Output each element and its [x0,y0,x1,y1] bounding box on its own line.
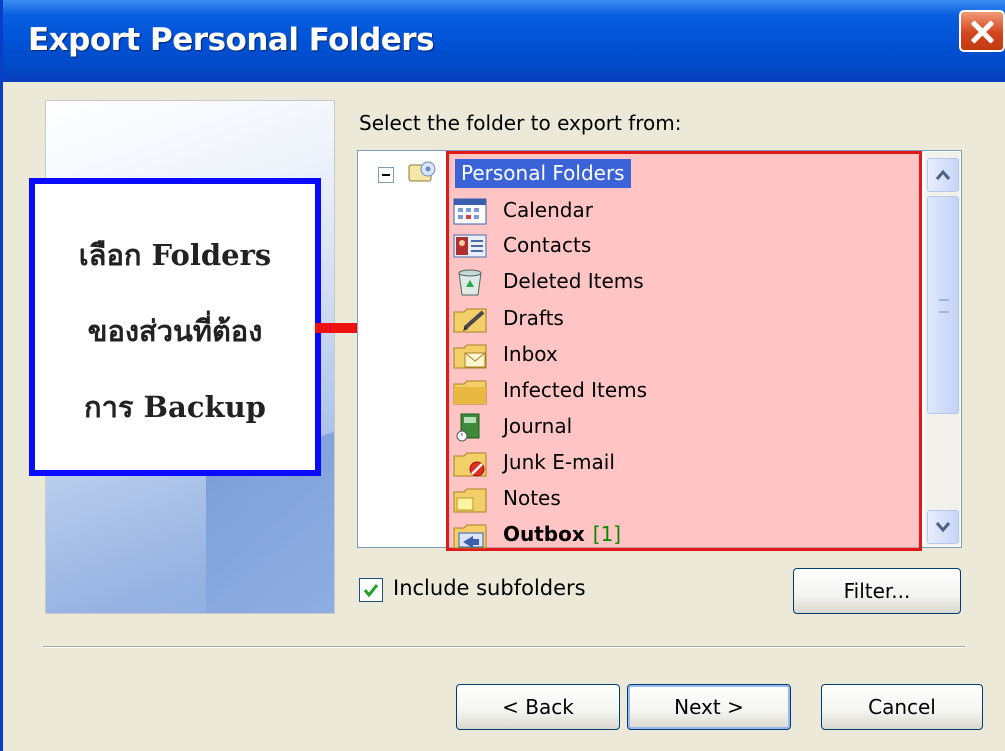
tree-item-drafts[interactable]: Drafts [451,302,891,336]
notes-icon [453,488,487,513]
item-label: Outbox [1] [503,522,621,546]
tree-item-journal[interactable]: Journal [451,410,891,444]
tree-item-notes[interactable]: Notes [451,482,891,516]
item-label: Deleted Items [503,269,644,293]
inbox-icon [453,344,487,369]
close-button[interactable] [959,10,1005,52]
tree-item-calendar[interactable]: Calendar [451,194,891,228]
chevron-down-icon [935,522,951,533]
scroll-thumb[interactable] [927,196,959,414]
drafts-icon [453,308,487,333]
outbox-icon [453,524,487,549]
item-label: Contacts [503,233,592,257]
tree-item-deleted-items[interactable]: Deleted Items [451,265,891,299]
contacts-icon [453,234,487,258]
folder-icon [453,380,487,405]
window-title: Export Personal Folders [28,22,435,58]
back-button[interactable]: < Back [456,684,620,730]
junk-email-icon [453,452,487,477]
annotation-callout: เลือก Folders ของส่วนที่ต้อง การ Backup [29,178,321,476]
title-bar[interactable]: Export Personal Folders [3,0,1005,82]
chevron-up-icon [935,169,951,180]
item-label: Journal [503,414,573,438]
folder-prompt-label: Select the folder to export from: [359,111,682,135]
divider [43,646,965,648]
callout-line-3: การ Backup [84,390,266,424]
cancel-button[interactable]: Cancel [821,684,983,730]
filter-button[interactable]: Filter... [793,568,961,614]
item-label: Drafts [503,306,564,330]
calendar-icon [453,198,487,225]
item-label: Infected Items [503,378,648,402]
tree-item-outbox[interactable]: Outbox [1] [451,518,891,552]
callout-line-2: ของส่วนที่ต้อง [87,314,263,348]
outbox-label: Outbox [503,522,585,546]
journal-icon [456,413,480,442]
item-label: Junk E-mail [503,450,615,474]
callout-line-1: เลือก Folders [78,238,272,272]
export-dialog: Export Personal Folders เลือก Folders ขอ… [0,0,1005,751]
unread-count-badge: [1] [592,522,622,546]
item-label: Inbox [503,342,558,366]
include-subfolders-checkbox[interactable] [359,578,383,602]
checkmark-icon [363,584,379,598]
personal-folders-icon [408,161,436,182]
item-label: Notes [503,486,561,510]
scroll-down-button[interactable] [927,510,959,544]
tree-item-inbox[interactable]: Inbox [451,338,891,372]
tree-item-infected-items[interactable]: Infected Items [451,374,891,408]
deleted-items-icon [458,269,482,296]
item-label: Calendar [503,198,593,222]
tree-item-contacts[interactable]: Contacts [451,229,891,263]
tree-root-personal-folders[interactable]: Personal Folders [455,159,631,188]
tree-item-junk-email[interactable]: Junk E-mail [451,446,891,480]
scroll-up-button[interactable] [927,158,959,192]
include-subfolders-label: Include subfolders [393,576,586,600]
next-button[interactable]: Next > [627,684,791,730]
collapse-icon[interactable] [378,167,394,183]
tree-scrollbar[interactable] [925,152,960,546]
